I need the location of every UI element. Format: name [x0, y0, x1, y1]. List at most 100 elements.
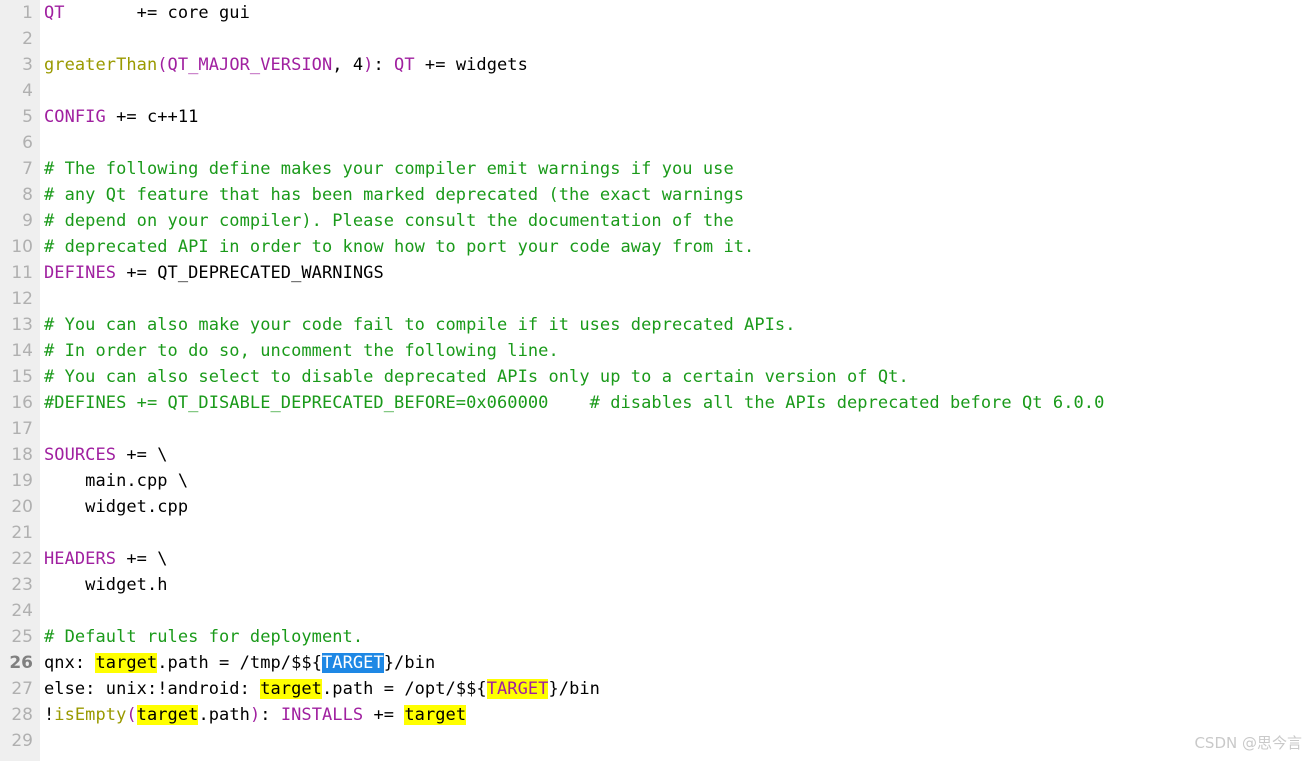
code-line[interactable]: 13 # You can also make your code fail to … [0, 312, 1312, 338]
code-line[interactable]: 26 qnx: target.path = /tmp/$${TARGET}/bin [0, 650, 1312, 676]
line-number: 21 [11, 523, 33, 543]
code-line[interactable]: 20 widget.cpp [0, 494, 1312, 520]
code-token: greaterThan [44, 55, 158, 75]
line-number: 17 [11, 419, 33, 439]
line-content[interactable]: !isEmpty(target.path): INSTALLS += targe… [40, 702, 1312, 728]
code-line[interactable]: 12 [0, 286, 1312, 312]
line-number: 19 [11, 471, 33, 491]
code-token: # depend on your compiler). Please consu… [44, 211, 734, 231]
line-number: 6 [22, 133, 33, 153]
code-line[interactable]: 18 SOURCES += \ [0, 442, 1312, 468]
line-number: 7 [22, 159, 33, 179]
line-content[interactable]: DEFINES += QT_DEPRECATED_WARNINGS [40, 260, 1312, 286]
line-content[interactable]: HEADERS += \ [40, 546, 1312, 572]
line-content[interactable]: widget.cpp [40, 494, 1312, 520]
line-content[interactable]: # You can also make your code fail to co… [40, 312, 1312, 338]
code-line[interactable]: 8 # any Qt feature that has been marked d… [0, 182, 1312, 208]
code-token: : [373, 55, 395, 75]
code-line[interactable]: 6 [0, 130, 1312, 156]
code-token: += widgets [414, 55, 528, 75]
code-line[interactable]: 4 [0, 78, 1312, 104]
code-token: # deprecated API in order to know how to… [44, 237, 755, 257]
code-line[interactable]: 9 # depend on your compiler). Please cons… [0, 208, 1312, 234]
code-token: # In order to do so, uncomment the follo… [44, 341, 559, 361]
line-content[interactable]: # Default rules for deployment. [40, 624, 1312, 650]
code-line[interactable]: 28 !isEmpty(target.path): INSTALLS += tar… [0, 702, 1312, 728]
code-line[interactable]: 24 [0, 598, 1312, 624]
line-number: 25 [11, 627, 33, 647]
code-line[interactable]: 19 main.cpp \ [0, 468, 1312, 494]
highlighted-token: TARGET [486, 679, 549, 699]
code-line[interactable]: 3 greaterThan(QT_MAJOR_VERSION, 4): QT +=… [0, 52, 1312, 78]
code-token: widget.h [44, 575, 168, 595]
line-content[interactable]: qnx: target.path = /tmp/$${TARGET}/bin [40, 650, 1312, 676]
line-content[interactable]: main.cpp \ [40, 468, 1312, 494]
code-line[interactable]: 11 DEFINES += QT_DEPRECATED_WARNINGS [0, 260, 1312, 286]
code-line[interactable]: 10 # deprecated API in order to know how … [0, 234, 1312, 260]
code-token: CONFIG [44, 107, 106, 127]
line-number: 12 [11, 289, 33, 309]
code-token: += \ [116, 549, 168, 569]
code-token: HEADERS [44, 549, 117, 569]
code-line[interactable]: 1 QT += core gui [0, 0, 1312, 26]
line-content[interactable]: # any Qt feature that has been marked de… [40, 182, 1312, 208]
code-token: ( [157, 55, 168, 75]
line-number: 5 [22, 107, 33, 127]
code-token: # The following define makes your compil… [44, 159, 734, 179]
code-line[interactable]: 16 #DEFINES += QT_DISABLE_DEPRECATED_BEFO… [0, 390, 1312, 416]
code-line[interactable]: 7 # The following define makes your compi… [0, 156, 1312, 182]
code-token: ) [249, 705, 261, 725]
line-number: 11 [11, 263, 33, 283]
line-number: 3 [22, 55, 33, 75]
line-content[interactable]: # In order to do so, uncomment the follo… [40, 338, 1312, 364]
code-token: += c++11 [105, 107, 199, 127]
line-content[interactable]: greaterThan(QT_MAJOR_VERSION, 4): QT += … [40, 52, 1312, 78]
line-content[interactable]: # depend on your compiler). Please consu… [40, 208, 1312, 234]
code-line[interactable]: 25 # Default rules for deployment. [0, 624, 1312, 650]
line-content[interactable]: else: unix:!android: target.path = /opt/… [40, 676, 1312, 702]
code-line[interactable]: 23 widget.h [0, 572, 1312, 598]
line-content[interactable]: #DEFINES += QT_DISABLE_DEPRECATED_BEFORE… [40, 390, 1312, 416]
code-line[interactable]: 21 [0, 520, 1312, 546]
line-content[interactable]: SOURCES += \ [40, 442, 1312, 468]
code-token: += QT_DEPRECATED_WARNINGS [116, 263, 384, 283]
highlighted-token: target [404, 705, 467, 725]
code-editor[interactable]: 1 QT += core gui 2 3 greaterThan(QT_MAJOR_VE… [0, 0, 1312, 761]
code-token: #DEFINES += QT_DISABLE_DEPRECATED_BEFORE… [44, 393, 1105, 413]
code-token: isEmpty [54, 705, 127, 725]
code-token: # Default rules for deployment. [44, 627, 364, 647]
line-content[interactable]: # The following define makes your compil… [40, 156, 1312, 182]
code-token: ! [44, 705, 55, 725]
code-token: }/bin [383, 653, 436, 673]
code-token: QT [44, 3, 65, 23]
line-number: 1 [22, 3, 33, 23]
line-number: 8 [22, 185, 33, 205]
line-number: 27 [11, 679, 33, 699]
line-number: 4 [22, 81, 33, 101]
code-line[interactable]: 17 [0, 416, 1312, 442]
code-line[interactable]: 29 [0, 728, 1312, 754]
line-number: 18 [11, 445, 33, 465]
code-token: += \ [116, 445, 168, 465]
code-token: ) [363, 55, 374, 75]
highlighted-token: target [95, 653, 158, 673]
code-line[interactable]: 22 HEADERS += \ [0, 546, 1312, 572]
csdn-watermark: CSDN @思今言 [1194, 734, 1302, 752]
code-line[interactable]: 14 # In order to do so, uncomment the fol… [0, 338, 1312, 364]
selected-token: TARGET [321, 653, 384, 673]
line-content[interactable]: # deprecated API in order to know how to… [40, 234, 1312, 260]
code-line[interactable]: 27 else: unix:!android: target.path = /op… [0, 676, 1312, 702]
highlighted-token: target [260, 679, 322, 699]
code-lines-container[interactable]: 1 QT += core gui 2 3 greaterThan(QT_MAJOR_VE… [0, 0, 1312, 754]
code-token: QT [394, 55, 415, 75]
code-line[interactable]: 5 CONFIG += c++11 [0, 104, 1312, 130]
line-content[interactable]: # You can also select to disable depreca… [40, 364, 1312, 390]
line-content[interactable]: CONFIG += c++11 [40, 104, 1312, 130]
code-token: DEFINES [44, 263, 117, 283]
code-token: else: unix:!android: [44, 679, 261, 699]
code-line[interactable]: 15 # You can also select to disable depre… [0, 364, 1312, 390]
line-number: 26 [9, 653, 33, 673]
line-content[interactable]: widget.h [40, 572, 1312, 598]
code-line[interactable]: 2 [0, 26, 1312, 52]
line-content[interactable]: QT += core gui [40, 0, 1312, 26]
